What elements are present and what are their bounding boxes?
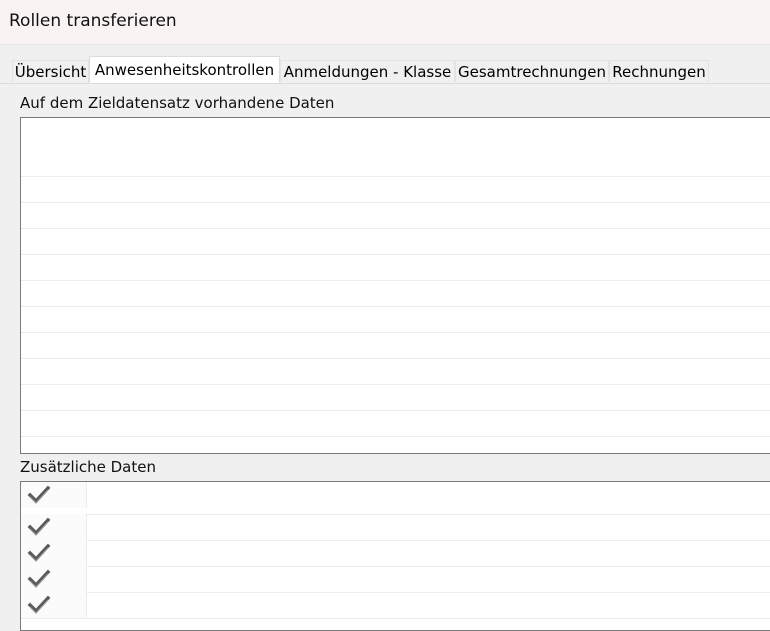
grid-row-line	[21, 358, 770, 359]
checkbox-cell[interactable]	[21, 566, 87, 592]
additional-data-grid[interactable]	[20, 481, 770, 631]
tab-rechnungen[interactable]: Rechnungen	[609, 60, 709, 82]
grid-row-line	[21, 306, 770, 307]
list-item[interactable]	[21, 482, 770, 508]
grid-row-line	[21, 436, 770, 437]
checkbox-cell[interactable]	[21, 514, 87, 540]
grid-row-line	[21, 618, 770, 619]
target-data-label: Auf dem Zieldatensatz vorhandene Daten	[20, 94, 335, 112]
grid-row-line	[21, 410, 770, 411]
checkmark-icon	[27, 485, 51, 504]
checkbox-cell[interactable]	[21, 540, 87, 566]
tab-anmeldungen-klasse[interactable]: Anmeldungen - Klasse	[280, 60, 455, 82]
additional-data-label: Zusätzliche Daten	[20, 458, 156, 476]
window-title: Rollen transferieren	[9, 11, 177, 31]
grid-row-line	[21, 176, 770, 177]
checkmark-icon	[27, 543, 51, 562]
grid-row-line	[21, 280, 770, 281]
tab-strip: Übersicht Anwesenheitskontrollen Anmeldu…	[0, 56, 770, 83]
title-bar: Rollen transferieren	[0, 0, 770, 45]
grid-row-line	[21, 228, 770, 229]
target-data-grid[interactable]	[20, 117, 770, 454]
tab-anwesenheitskontrollen[interactable]: Anwesenheitskontrollen	[89, 56, 280, 83]
tab-gesamtrechnungen[interactable]: Gesamtrechnungen	[455, 60, 609, 82]
checkmark-icon	[27, 569, 51, 588]
grid-row-line	[21, 202, 770, 203]
checkbox-cell[interactable]	[21, 592, 87, 618]
grid-row-line	[21, 384, 770, 385]
list-item[interactable]	[21, 592, 770, 618]
list-item[interactable]	[21, 566, 770, 592]
grid-row-line	[21, 332, 770, 333]
tab-uebersicht[interactable]: Übersicht	[12, 60, 89, 82]
checkbox-cell[interactable]	[21, 482, 87, 508]
grid-row-line	[21, 254, 770, 255]
checkmark-icon	[27, 517, 51, 536]
list-item[interactable]	[21, 514, 770, 540]
list-item[interactable]	[21, 540, 770, 566]
checkmark-icon	[27, 595, 51, 614]
